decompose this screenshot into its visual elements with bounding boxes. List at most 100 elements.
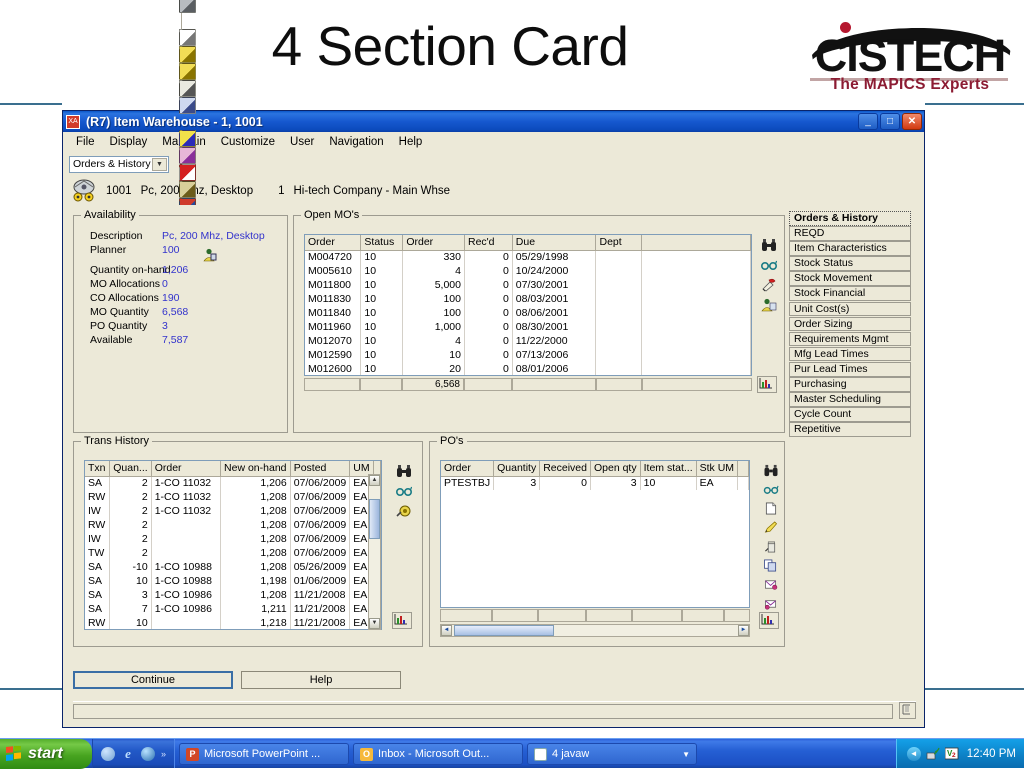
- open-mos-chart-icon[interactable]: [757, 376, 777, 393]
- stamp-icon[interactable]: [396, 504, 412, 519]
- receipt-icon[interactable]: [763, 578, 779, 593]
- nav-item-requirements-mgmt[interactable]: Requirements Mgmt: [789, 331, 911, 347]
- nav-item-reqd[interactable]: REQD: [789, 226, 911, 241]
- pos-hscrollbar[interactable]: ◄ ►: [440, 624, 750, 637]
- minimize-button[interactable]: _: [858, 113, 878, 130]
- table-row[interactable]: TW 2 1,208 07/06/2009 EA: [85, 546, 381, 560]
- scroll-down-arrow[interactable]: ▼: [369, 618, 380, 629]
- binoculars-icon[interactable]: [763, 464, 779, 479]
- glasses-icon[interactable]: [763, 483, 779, 498]
- new-document-icon[interactable]: [763, 502, 779, 517]
- show-desktop-icon[interactable]: [101, 746, 115, 761]
- nav-item-orders-history[interactable]: Orders & History: [789, 211, 911, 226]
- pencil-icon[interactable]: [763, 521, 779, 536]
- table-row[interactable]: M011840 10 100 0 08/06/2001: [305, 306, 751, 320]
- nav-item-stock-status[interactable]: Stock Status: [789, 256, 911, 271]
- column-header[interactable]: [737, 461, 749, 477]
- help-button[interactable]: Help: [241, 671, 401, 689]
- table-row[interactable]: IW 2 1,208 07/06/2009 EA: [85, 532, 381, 546]
- scrollbar-thumb[interactable]: [369, 499, 380, 539]
- maximize-button[interactable]: □: [880, 113, 900, 130]
- copy-icon[interactable]: [763, 559, 779, 574]
- menu-navigation[interactable]: Navigation: [322, 134, 390, 150]
- layers-icon[interactable]: [179, 180, 196, 198]
- nav-item-stock-financial[interactable]: Stock Financial: [789, 286, 911, 302]
- column-header[interactable]: Order: [305, 235, 362, 251]
- nav-item-item-characteristics[interactable]: Item Characteristics: [789, 241, 911, 256]
- column-header[interactable]: Dept: [595, 235, 643, 251]
- column-header[interactable]: Order: [441, 461, 495, 477]
- trans-history-chart-icon[interactable]: [392, 612, 412, 629]
- menu-help[interactable]: Help: [392, 134, 430, 150]
- table-row[interactable]: SA 2 1-CO 11032 1,206 07/06/2009 EA: [85, 476, 381, 490]
- pos-grid[interactable]: Order Quantity Received Open qty Item stat..…: [440, 460, 750, 608]
- nav-item-master-scheduling[interactable]: Master Scheduling: [789, 392, 911, 407]
- table-row[interactable]: RW 2 1,208 07/06/2009 EA: [85, 518, 381, 532]
- media-player-icon[interactable]: [141, 746, 155, 761]
- scroll-right-arrow[interactable]: ►: [738, 625, 749, 636]
- column-header[interactable]: Rec'd: [464, 235, 513, 251]
- window-titlebar[interactable]: XA (R7) Item Warehouse - 1, 1001 _ □ ✕: [63, 111, 924, 132]
- receipt2-icon[interactable]: [763, 597, 779, 612]
- table-row[interactable]: M005610 10 4 0 10/24/2000: [305, 264, 751, 278]
- close-button[interactable]: ✕: [902, 113, 922, 130]
- start-button[interactable]: start: [0, 739, 92, 769]
- taskbar-button[interactable]: P Microsoft PowerPoint ...: [179, 743, 350, 765]
- binoculars-icon[interactable]: [396, 464, 412, 479]
- nav-item-cycle-count[interactable]: Cycle Count: [789, 407, 911, 422]
- table-row[interactable]: M011960 10 1,000 0 08/30/2001: [305, 320, 751, 334]
- taskbar-button[interactable]: O Inbox - Microsoft Out...: [353, 743, 524, 765]
- column-header[interactable]: Due: [512, 235, 597, 251]
- column-header[interactable]: Order: [151, 461, 222, 477]
- new-document-icon[interactable]: [179, 28, 196, 46]
- table-row[interactable]: M004720 10 330 0 05/29/1998: [305, 250, 751, 264]
- nav-item-pur-lead-times[interactable]: Pur Lead Times: [789, 361, 911, 377]
- red-pen-icon[interactable]: [761, 278, 777, 293]
- table-row[interactable]: M012590 10 10 0 07/13/2006: [305, 348, 751, 362]
- chevron-down-icon[interactable]: ▼: [152, 157, 167, 171]
- table-row[interactable]: SA 7 1-CO 10986 1,211 11/21/2008 EA: [85, 602, 381, 616]
- table-row[interactable]: SA 3 1-CO 10986 1,208 11/21/2008 EA: [85, 588, 381, 602]
- delete-icon[interactable]: [763, 540, 779, 555]
- table-row[interactable]: SA 10 1-CO 10988 1,198 01/06/2009 EA: [85, 574, 381, 588]
- scroll-left-arrow[interactable]: ◄: [441, 625, 452, 636]
- delete-icon[interactable]: [179, 79, 196, 97]
- nav-item-repetitive[interactable]: Repetitive: [789, 422, 911, 437]
- trans-history-vscrollbar[interactable]: ▲ ▼: [368, 474, 381, 630]
- table-row[interactable]: M011800 10 5,000 0 07/30/2001: [305, 278, 751, 292]
- column-header[interactable]: Open qty: [590, 461, 641, 477]
- tray-expand-icon[interactable]: ◄: [906, 746, 921, 761]
- column-header[interactable]: Order: [402, 235, 465, 251]
- window-icon[interactable]: [179, 146, 196, 164]
- quick-launch-more-icon[interactable]: »: [161, 749, 166, 759]
- column-header[interactable]: Stk UM: [696, 461, 739, 477]
- internet-explorer-icon[interactable]: e: [121, 747, 135, 761]
- glasses-icon[interactable]: [760, 258, 778, 273]
- column-header[interactable]: Received: [539, 461, 591, 477]
- menu-customize[interactable]: Customize: [214, 134, 282, 150]
- column-header[interactable]: Quantity: [493, 461, 541, 477]
- table-row[interactable]: M011830 10 100 0 08/03/2001: [305, 292, 751, 306]
- trans-history-grid[interactable]: Txn Quan... Order New on-hand Posted UM SA 2 1-C…: [84, 460, 382, 630]
- column-header[interactable]: [641, 235, 751, 251]
- binoculars-icon[interactable]: [761, 238, 777, 253]
- vpn-icon[interactable]: V2: [944, 747, 959, 760]
- edit-pencil-icon[interactable]: [179, 45, 196, 63]
- scroll-up-arrow[interactable]: ▲: [369, 475, 380, 486]
- glasses-icon[interactable]: [395, 484, 413, 499]
- menu-user[interactable]: User: [283, 134, 321, 150]
- menu-display[interactable]: Display: [103, 134, 155, 150]
- network-icon[interactable]: [926, 747, 940, 760]
- copy-icon[interactable]: [179, 96, 196, 114]
- flag-icon[interactable]: [179, 163, 196, 181]
- table-row[interactable]: RW 10 1,218 11/21/2008 EA: [85, 616, 381, 629]
- nav-item-unit-cost-s[interactable]: Unit Cost(s): [789, 301, 911, 317]
- grid-icon[interactable]: [179, 129, 196, 147]
- view-select-dropdown[interactable]: Orders & History ▼: [69, 155, 169, 173]
- nav-item-order-sizing[interactable]: Order Sizing: [789, 316, 911, 332]
- fax-icon[interactable]: [179, 0, 196, 13]
- nav-item-purchasing[interactable]: Purchasing: [789, 377, 911, 392]
- table-row[interactable]: RW 2 1-CO 11032 1,208 07/06/2009 EA: [85, 490, 381, 504]
- table-row[interactable]: M012070 10 4 0 11/22/2000: [305, 334, 751, 348]
- column-header[interactable]: Status: [360, 235, 404, 251]
